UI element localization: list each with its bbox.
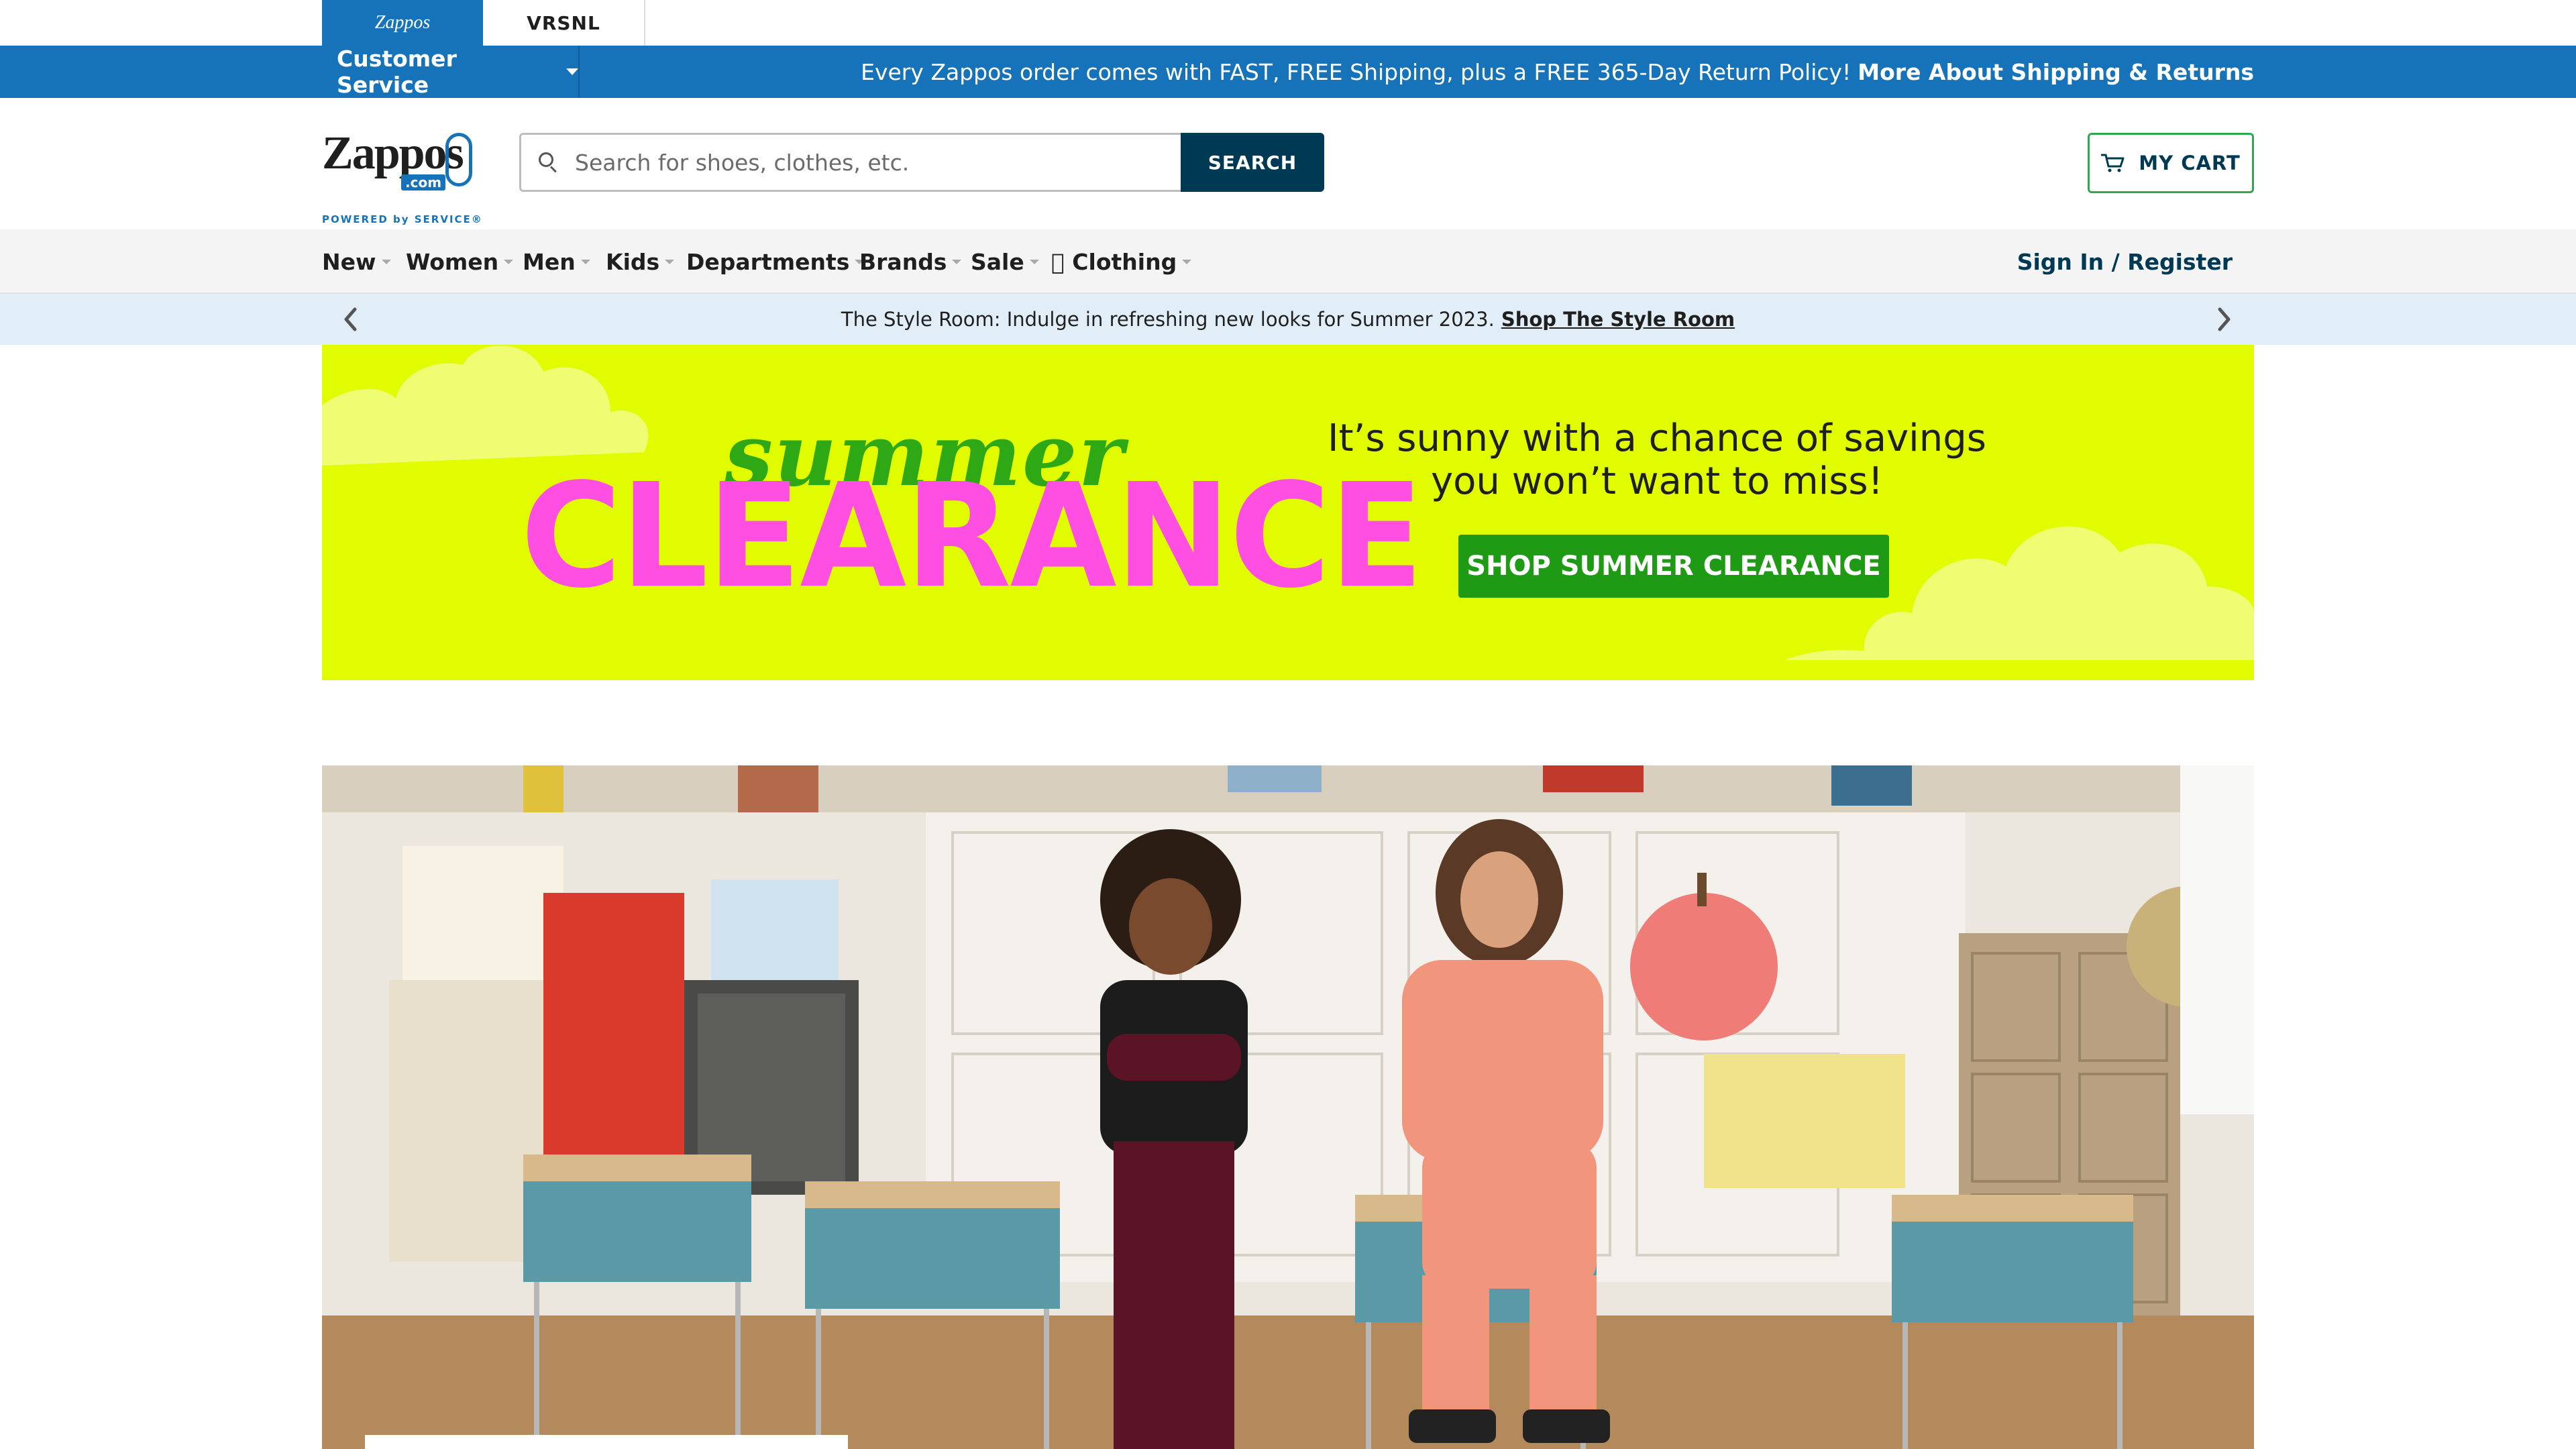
banner-headline: It’s sunny with a chance of savings you … [1301,417,2012,503]
hero-caption-card [365,1435,848,1449]
nav-item-label: Men [523,248,576,275]
cart-icon [2101,154,2125,172]
promo-carousel: The Style Room: Indulge in refreshing ne… [0,294,2576,345]
brand-tab-label: VRSNL [527,11,600,34]
nav-item-label: New [322,248,376,275]
shop-summer-clearance-button[interactable]: SHOP SUMMER CLEARANCE [1458,535,1889,598]
category-nav: New Women Men Kids Departments Brands Sa… [0,229,2576,294]
chevron-right-icon [2218,307,2231,331]
shipping-message: Every Zappos order comes with FAST, FREE… [861,46,2254,98]
nav-item-label: Brands [859,248,947,275]
chevron-left-icon [344,307,357,331]
nav-item-women[interactable]: Women [406,229,514,294]
caret-down-icon [566,68,578,75]
classroom-photo [322,765,2254,1449]
shop-style-room-link[interactable]: Shop The Style Room [1501,308,1735,331]
nav-item-kids[interactable]: Kids [606,229,675,294]
banner-clearance-word: CLEARANCE [521,453,1424,620]
service-bar: Customer Service Every Zappos order come… [0,46,2576,98]
brand-tab-vrsnl[interactable]: VRSNL [483,0,645,46]
nav-item-label: Sale [971,248,1024,275]
caret-down-icon [952,259,962,264]
promo-next-button[interactable] [2204,294,2245,345]
nav-item-label: Kids [606,248,660,275]
site-header: Zappos .com POWERED by SERVICE® SEARCH M… [0,98,2576,229]
nav-item-label:   Clothing [1051,248,1177,275]
banner-headline-line: It’s sunny with a chance of savings [1328,417,1986,460]
nav-item-men[interactable]: Men [523,229,590,294]
nav-item-departments[interactable]: Departments [686,229,865,294]
search-box [519,133,1181,192]
summer-clearance-banner[interactable]: summer CLEARANCE It’s sunny with a chanc… [322,345,2254,680]
nav-item-new[interactable]: New [322,229,391,294]
caret-down-icon [504,259,514,264]
caret-down-icon [381,259,391,264]
caret-down-icon [1182,259,1192,264]
search-form: SEARCH [519,133,1324,192]
nav-item-sale[interactable]: Sale [971,229,1039,294]
my-cart-button[interactable]: MY CART [2088,133,2254,193]
banner-headline-line: you won’t want to miss! [1430,460,1884,503]
shipping-returns-link[interactable]: More About Shipping & Returns [1858,59,2254,85]
brand-switcher: Zappos VRSNL [0,0,2576,46]
promo-prev-button[interactable] [330,294,370,345]
sign-in-register-link[interactable]: Sign In / Register [2017,229,2233,294]
promo-message: The Style Room: Indulge in refreshing ne… [0,294,2576,345]
customer-service-menu[interactable]: Customer Service [322,46,580,98]
caret-down-icon [665,259,675,264]
caret-down-icon [580,259,590,264]
nav-item-clothing[interactable]:   Clothing [1051,229,1192,294]
back-to-school-hero-image[interactable] [322,765,2254,1449]
cart-label: MY CART [2139,152,2241,174]
promo-text: The Style Room: Indulge in refreshing ne… [841,308,1495,331]
nav-item-brands[interactable]: Brands [859,229,962,294]
logo-com: .com [401,174,446,191]
search-icon [539,152,559,173]
logo-swoosh-icon [445,133,472,186]
search-input[interactable] [575,136,1181,189]
customer-service-label: Customer Service [337,46,457,98]
shipping-text: Every Zappos order comes with FAST, FREE… [861,58,1851,85]
logo-tagline: POWERED by SERVICE® [322,213,483,225]
brand-tab-zappos[interactable]: Zappos [322,0,483,46]
nav-item-label: Departments [686,248,850,275]
zappos-logo[interactable]: Zappos .com POWERED by SERVICE® [322,130,482,226]
brand-tab-label: Zappos [374,12,431,33]
nav-item-label: Women [406,248,499,275]
search-button[interactable]: SEARCH [1181,133,1324,192]
caret-down-icon [1029,259,1039,264]
